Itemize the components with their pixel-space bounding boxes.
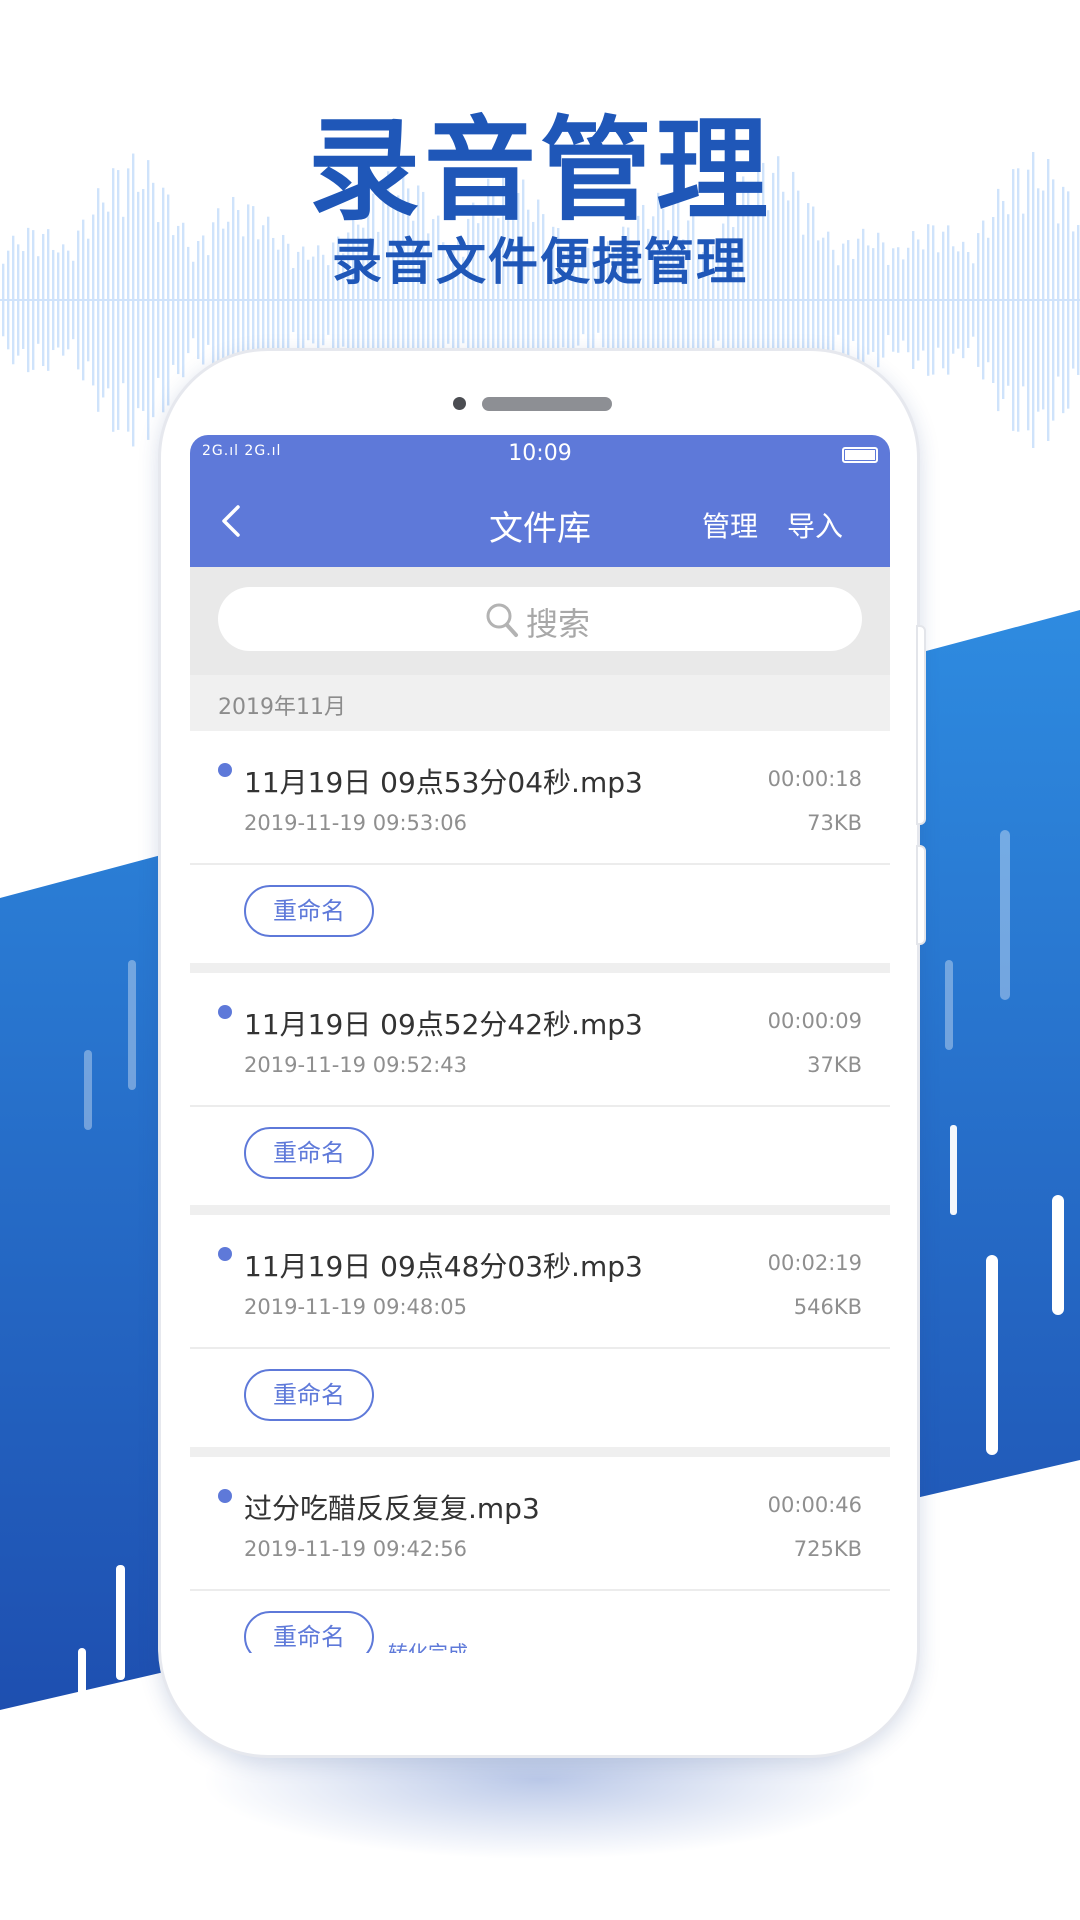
list-item[interactable]: 11月19日 09点52分42秒.mp3 2019-11-19 09:52:43… [190,973,890,1205]
phone-screen: 2G.ıl 2G.ıl 10:09 文件库 管理 导入 搜索 2019年11月 … [190,435,890,1653]
page-title: 文件库 [489,509,591,549]
search-icon [486,603,518,637]
rename-button[interactable]: 重命名 [244,1611,374,1653]
file-size: 37KB [807,1053,862,1077]
manage-button[interactable]: 管理 [702,505,758,545]
rename-button[interactable]: 重命名 [244,1127,374,1179]
file-duration: 00:00:18 [767,767,862,791]
file-timestamp: 2019-11-19 09:53:06 [244,811,468,835]
status-time: 10:09 [508,441,572,466]
rename-button[interactable]: 重命名 [244,1369,374,1421]
rename-button[interactable]: 重命名 [244,885,374,937]
divider [190,1447,890,1457]
phone-camera [453,397,466,410]
divider [190,1589,890,1591]
divider [190,1105,890,1107]
file-timestamp: 2019-11-19 09:42:56 [244,1537,468,1561]
status-dot-icon [218,1247,232,1261]
search-input[interactable]: 搜索 [218,587,862,651]
search-placeholder: 搜索 [526,605,591,643]
list-item[interactable]: 11月19日 09点53分04秒.mp3 2019-11-19 09:53:06… [190,731,890,963]
battery-icon [842,447,878,463]
file-timestamp: 2019-11-19 09:48:05 [244,1295,468,1319]
list-item[interactable]: 11月19日 09点48分03秒.mp3 2019-11-19 09:48:05… [190,1215,890,1447]
file-duration: 00:00:46 [767,1493,862,1517]
page-headline: 录音管理 [308,106,772,236]
file-duration: 00:00:09 [767,1009,862,1033]
divider [190,1347,890,1349]
file-name: 11月19日 09点52分42秒.mp3 [244,1008,643,1041]
import-button[interactable]: 导入 [787,505,843,545]
list-item[interactable]: 过分吃醋反反复复.mp3 2019-11-19 09:42:56 00:00:4… [190,1457,890,1653]
search-bar: 搜索 [190,567,890,675]
file-name: 过分吃醋反反复复.mp3 [244,1492,540,1525]
file-size: 546KB [793,1295,862,1319]
status-bar: 2G.ıl 2G.ıl 10:09 [190,435,890,475]
file-size: 725KB [793,1537,862,1561]
phone-side-button [916,845,926,945]
divider [190,863,890,865]
file-timestamp: 2019-11-19 09:52:43 [244,1053,468,1077]
status-dot-icon [218,1005,232,1019]
file-duration: 00:02:19 [767,1251,862,1275]
divider [190,1205,890,1215]
month-section-header: 2019年11月 [190,675,890,731]
nav-bar: 文件库 管理 导入 [190,475,890,567]
file-name: 11月19日 09点53分04秒.mp3 [244,766,643,799]
phone-side-button [916,625,926,825]
status-dot-icon [218,763,232,777]
month-label: 2019年11月 [218,695,346,720]
file-size: 73KB [807,811,862,835]
file-name: 11月19日 09点48分03秒.mp3 [244,1250,643,1283]
divider [190,963,890,973]
page-subheadline: 录音文件便捷管理 [332,233,748,291]
phone-speaker [482,397,612,411]
conversion-status: 转化完成 [388,1641,468,1653]
status-dot-icon [218,1489,232,1503]
